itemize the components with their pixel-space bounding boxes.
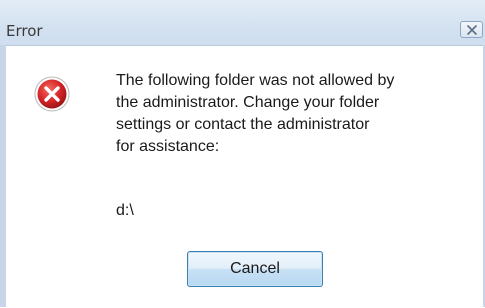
dialog-title: Error <box>6 22 43 40</box>
dialog-body: The following folder was not allowed by … <box>6 45 483 308</box>
error-message: The following folder was not allowed by … <box>116 72 395 155</box>
folder-path: d:\ <box>116 202 134 219</box>
error-dialog: Error The following folder was not allow… <box>0 0 485 308</box>
close-icon <box>467 25 477 35</box>
title-bar: Error <box>0 0 485 45</box>
error-icon <box>34 76 70 112</box>
cancel-button[interactable]: Cancel <box>187 251 323 287</box>
close-button[interactable] <box>460 21 483 38</box>
